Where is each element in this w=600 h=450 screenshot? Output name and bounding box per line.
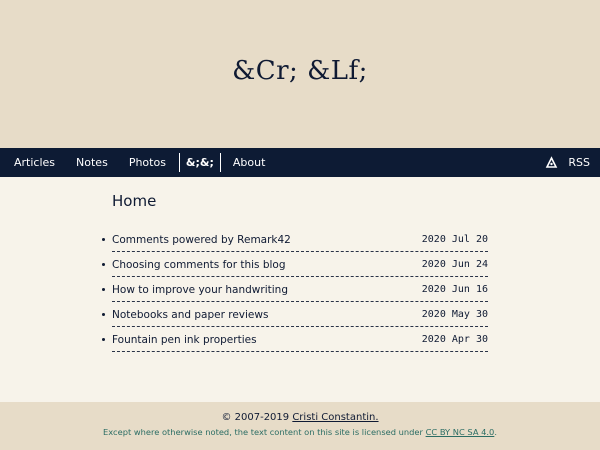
post-item: Notebooks and paper reviews 2020 May 30 [102, 303, 488, 327]
post-date: 2020 Jun 24 [421, 259, 488, 270]
site-header: &Cr; &Lf; [0, 0, 600, 148]
copyright-text: © 2007-2019 [221, 412, 293, 423]
nav-about[interactable]: About [233, 156, 266, 169]
license-text: Except where otherwise noted, the text c… [103, 427, 426, 437]
post-item: Comments powered by Remark42 2020 Jul 20 [102, 228, 488, 252]
rss-link[interactable]: RSS [568, 156, 590, 169]
post-title-link[interactable]: Comments powered by Remark42 [112, 234, 291, 246]
site-title[interactable]: &Cr; &Lf; [232, 56, 368, 86]
post-date: 2020 Jun 16 [421, 284, 488, 295]
nav-logo[interactable]: &;&; [178, 153, 221, 172]
nav-right: RSS [545, 148, 590, 177]
post-item: Choosing comments for this blog 2020 Jun… [102, 253, 488, 277]
license-notice: Except where otherwise noted, the text c… [0, 427, 600, 437]
post-title-link[interactable]: Fountain pen ink properties [112, 334, 257, 346]
post-item: Fountain pen ink properties 2020 Apr 30 [102, 328, 488, 352]
author-link[interactable]: Cristi Constantin. [292, 412, 378, 423]
site-footer: © 2007-2019 Cristi Constantin. Except wh… [0, 402, 600, 450]
post-date: 2020 Apr 30 [421, 334, 488, 345]
post-date: 2020 May 30 [421, 309, 488, 320]
nav-articles[interactable]: Articles [14, 156, 55, 169]
nav-notes[interactable]: Notes [76, 156, 108, 169]
main-nav: Articles Notes Photos &;&; About RSS [0, 148, 600, 177]
post-date: 2020 Jul 20 [421, 234, 488, 245]
rss-icon[interactable] [545, 156, 558, 169]
post-title-link[interactable]: Choosing comments for this blog [112, 259, 286, 271]
post-title-link[interactable]: Notebooks and paper reviews [112, 309, 268, 321]
post-title-link[interactable]: How to improve your handwriting [112, 284, 288, 296]
license-period: . [494, 427, 497, 437]
nav-left: Articles Notes Photos &;&; About [0, 148, 286, 177]
post-item: How to improve your handwriting 2020 Jun… [102, 278, 488, 302]
license-link[interactable]: CC BY NC SA 4.0 [426, 427, 495, 437]
nav-photos[interactable]: Photos [129, 156, 166, 169]
page-title: Home [112, 192, 157, 210]
post-list: Comments powered by Remark42 2020 Jul 20… [102, 228, 488, 352]
main-content: Home Comments powered by Remark42 2020 J… [102, 192, 488, 353]
copyright: © 2007-2019 Cristi Constantin. [0, 412, 600, 423]
